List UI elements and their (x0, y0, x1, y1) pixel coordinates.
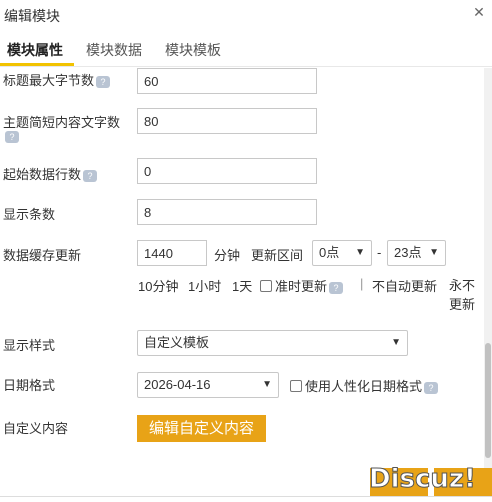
edit-module-dialog: 编辑模块 ✕ 模块属性 模块数据 模块模板 标题最大字节数? 主题简短内容文字数… (0, 0, 492, 502)
help-icon[interactable]: ? (329, 281, 344, 294)
chevron-down-icon: ▼ (429, 247, 439, 258)
interval-start-select[interactable]: 0点 ▼ (312, 240, 372, 266)
humanize-date-label: 使用人性化日期格式 (305, 379, 423, 394)
help-icon[interactable]: ? (5, 131, 19, 143)
footer-edge (0, 496, 492, 502)
summary-length-label: 主题简短内容文字数 (3, 115, 121, 130)
dialog-footer: Discuz! (0, 464, 492, 502)
date-format-select[interactable]: 2026-04-16 ▼ (137, 372, 279, 398)
quick-separator: | (360, 276, 364, 291)
ontime-label: 准时更新 (275, 279, 328, 294)
tab-bar: 模块属性 模块数据 模块模板 (0, 33, 492, 67)
chevron-down-icon: ▼ (391, 337, 401, 348)
dialog-titlebar: 编辑模块 ✕ (0, 0, 492, 30)
chevron-down-icon: ▼ (355, 247, 365, 258)
interval-dash: - (377, 245, 382, 260)
scrollbar-thumb[interactable] (485, 343, 491, 458)
interval-end-value: 23点 (394, 245, 422, 260)
title-max-label: 标题最大字节数? (3, 70, 111, 89)
edit-custom-content-button[interactable]: 编辑自定义内容 (137, 415, 267, 442)
tab-module-properties[interactable]: 模块属性 (7, 40, 63, 60)
display-style-label: 显示样式 (3, 338, 56, 353)
humanize-date-checkbox[interactable] (290, 380, 302, 392)
cache-unit-label: 分钟 (214, 248, 241, 263)
close-icon[interactable]: ✕ (470, 3, 488, 21)
date-format-label: 日期格式 (3, 378, 56, 393)
custom-content-label: 自定义内容 (3, 421, 69, 436)
dialog-title: 编辑模块 (4, 8, 60, 24)
help-icon[interactable]: ? (83, 169, 98, 182)
discuz-watermark: Discuz! (369, 464, 477, 495)
start-row-input[interactable] (137, 158, 317, 184)
help-icon[interactable]: ? (424, 381, 439, 394)
no-auto-update-link[interactable]: 不自动更新 (372, 276, 437, 295)
never-update-link[interactable]: 永不更新 (449, 276, 479, 314)
interval-start-value: 0点 (319, 245, 340, 260)
display-count-input[interactable] (137, 199, 317, 225)
ontime-update-option[interactable]: 准时更新? (260, 276, 344, 295)
tab-module-template[interactable]: 模块模板 (165, 40, 221, 60)
help-icon[interactable]: ? (96, 75, 111, 88)
interval-end-select[interactable]: 23点 ▼ (387, 240, 446, 266)
display-count-label: 显示条数 (3, 207, 56, 222)
quick-1day-link[interactable]: 1天 (232, 276, 252, 295)
chevron-down-icon: ▼ (262, 379, 272, 390)
tab-module-data[interactable]: 模块数据 (86, 40, 142, 60)
active-tab-indicator (0, 63, 74, 66)
update-interval-label: 更新区间 (251, 248, 304, 263)
display-style-select[interactable]: 自定义模板 ▼ (137, 330, 408, 356)
display-style-value: 自定义模板 (144, 335, 210, 350)
cache-minutes-input[interactable] (137, 240, 207, 266)
humanize-date-option[interactable]: 使用人性化日期格式? (290, 376, 439, 395)
title-max-input[interactable] (137, 68, 317, 94)
ontime-checkbox[interactable] (260, 280, 272, 292)
vertical-scrollbar[interactable] (484, 68, 492, 468)
quick-10min-link[interactable]: 10分钟 (138, 276, 178, 295)
summary-length-input[interactable] (137, 108, 317, 134)
form-scroll-area[interactable]: 标题最大字节数? 主题简短内容文字数 ? 起始数据行数? 显示条数 数据缓存更新… (0, 68, 484, 468)
cache-update-label: 数据缓存更新 (3, 248, 82, 263)
quick-1hour-link[interactable]: 1小时 (188, 276, 221, 295)
start-row-label: 起始数据行数? (3, 164, 98, 183)
date-format-value: 2026-04-16 (144, 377, 211, 392)
